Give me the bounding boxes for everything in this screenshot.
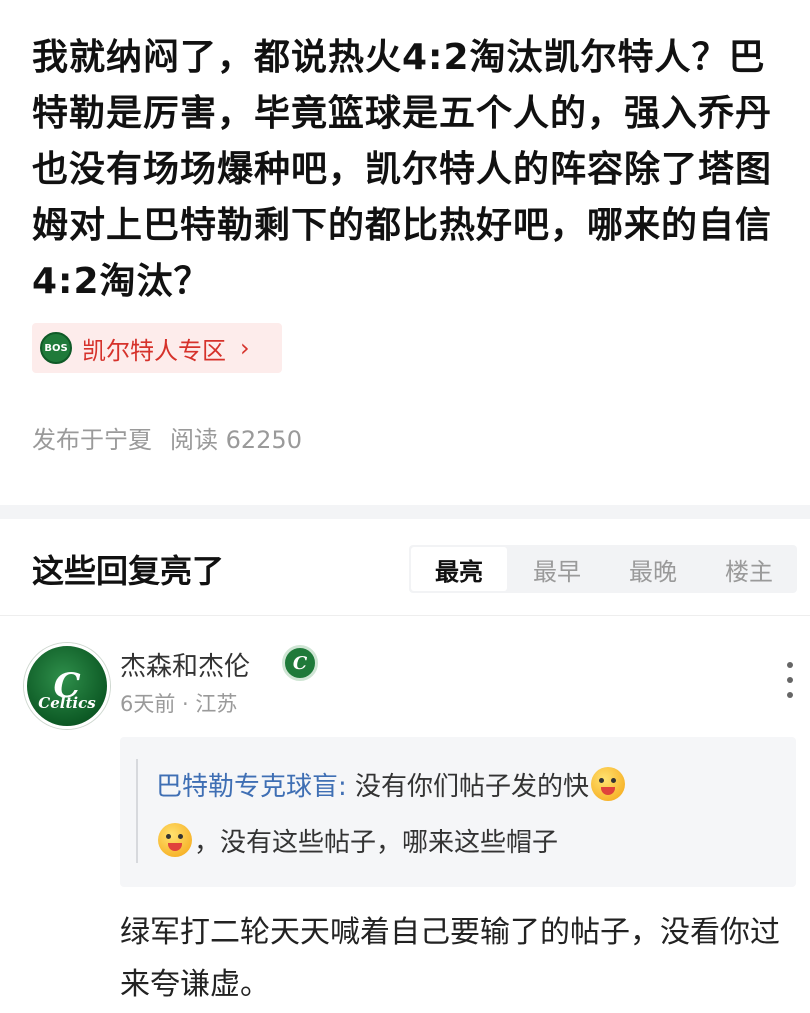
tab-latest[interactable]: 最晚 bbox=[605, 545, 701, 593]
forum-tag-link[interactable]: BOS 凯尔特人专区 › bbox=[32, 323, 282, 373]
post-meta: 发布于宁夏 阅读 62250 bbox=[32, 420, 302, 455]
quote-text-part1: 没有你们帖子发的快 bbox=[346, 772, 590, 802]
reply-time-location: 6天前 · 江苏 bbox=[120, 692, 238, 716]
avatar[interactable]: C Celtics bbox=[24, 643, 110, 729]
tab-op-only[interactable]: 楼主 bbox=[701, 545, 797, 593]
forum-tag-label: 凯尔特人专区 bbox=[82, 336, 226, 365]
tab-hottest[interactable]: 最亮 bbox=[411, 547, 507, 591]
emoji-icon bbox=[158, 823, 192, 857]
quote-bar bbox=[136, 759, 138, 863]
sort-tabs: 最亮 最早 最晚 楼主 bbox=[409, 545, 797, 593]
reply-username[interactable]: 杰森和杰伦 bbox=[120, 646, 250, 683]
replies-section-title: 这些回复亮了 bbox=[32, 552, 225, 590]
tab-earliest[interactable]: 最早 bbox=[509, 545, 605, 593]
reply-body: 绿军打二轮天天喊着自己要输了的帖子，没看你过来夸谦虚。 bbox=[120, 915, 780, 1002]
post-title: 我就纳闷了，都说热火4:2淘汰凯尔特人？巴特勒是厉害，毕竟篮球是五个人的，强入乔… bbox=[32, 37, 773, 302]
celtics-badge-icon: C bbox=[282, 645, 318, 681]
bos-badge-icon: BOS bbox=[40, 332, 72, 364]
quoted-reply: 巴特勒专克球盲: 没有你们帖子发的快 ，没有这些帖子，哪来这些帽子 bbox=[120, 737, 796, 887]
post-location: 发布于宁夏 bbox=[32, 426, 152, 454]
quote-author-link[interactable]: 巴特勒专克球盲: bbox=[156, 772, 347, 802]
quote-text-part2: ，没有这些帖子，哪来这些帽子 bbox=[194, 828, 559, 858]
emoji-icon bbox=[591, 767, 626, 801]
more-vertical-icon[interactable] bbox=[782, 662, 798, 698]
avatar-logo-text: Celtics bbox=[38, 694, 96, 712]
chevron-right-icon: › bbox=[240, 334, 250, 362]
section-divider bbox=[0, 505, 810, 519]
divider bbox=[0, 615, 810, 616]
quote-text: 巴特勒专克球盲: 没有你们帖子发的快 ，没有这些帖子，哪来这些帽子 bbox=[156, 759, 766, 871]
post-views: 阅读 62250 bbox=[170, 426, 302, 454]
